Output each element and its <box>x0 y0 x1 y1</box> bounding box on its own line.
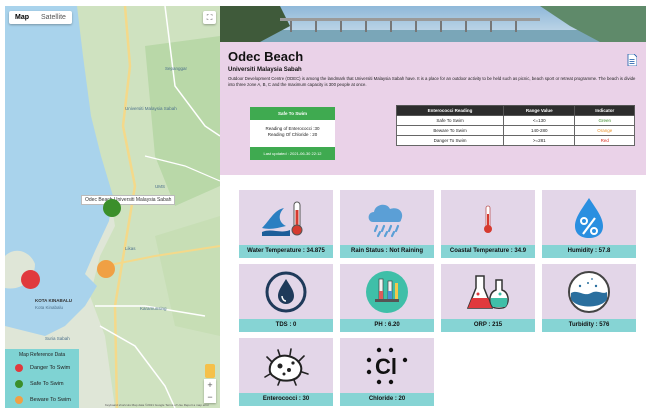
sensor-tile-chloride[interactable]: Cl Chloride : 20 <box>340 338 434 406</box>
map-label: Karamunsing <box>140 306 167 311</box>
table-header-row: Enterococci Reading Range Value Indicato… <box>395 105 635 116</box>
table-cell: Beware To Swim <box>395 125 505 136</box>
page-title: Odec Beach <box>228 49 304 64</box>
sensor-label: TDS : 0 <box>239 319 333 332</box>
map-type-toggle: Map Satellite <box>9 11 72 24</box>
map-panel[interactable]: Map Satellite ⛶ Universiti Malaysia Saba… <box>5 6 220 408</box>
legend-title: Map Reference Data <box>19 352 66 358</box>
rain-cloud-icon <box>368 204 403 238</box>
page-subtitle: Universiti Malaysia Sabah <box>228 67 302 73</box>
map-label: Universiti Malaysia Sabah <box>125 106 177 111</box>
legend-item-beware: Beware To Swim <box>5 392 79 408</box>
legend-safe-dot-icon <box>15 380 23 388</box>
map-marker-beware[interactable] <box>97 260 115 278</box>
map-label: UMS <box>155 184 165 189</box>
sensor-tile-rain-status[interactable]: Rain Status : Not Raining <box>340 190 434 258</box>
table-cell: Orange <box>574 125 635 136</box>
zoom-in-button[interactable]: + <box>204 379 216 391</box>
map-label: Likas <box>125 246 136 251</box>
column-header: Range Value <box>503 105 576 116</box>
thermometer-icon <box>484 205 492 233</box>
map-label: Kota Kinabalu <box>35 305 64 310</box>
sensor-tile-turbidity[interactable]: Turbidity : 576 <box>542 264 636 332</box>
map-type-map-button[interactable]: Map <box>9 11 35 24</box>
table-cell: >=281 <box>503 135 576 146</box>
table-cell: Green <box>574 115 635 126</box>
beach-banner-image <box>220 6 646 42</box>
legend-label: Beware To Swim <box>30 397 71 403</box>
sensor-tile-orp[interactable]: ORP : 215 <box>441 264 535 332</box>
table-row: Safe To Swim <=130 Green <box>395 115 635 126</box>
map-label: KOTA KINABALU <box>35 298 72 303</box>
street-view-pegman-icon[interactable] <box>205 364 215 378</box>
sensor-label: Rain Status : Not Raining <box>340 245 434 258</box>
column-header: Enterococci Reading <box>395 105 505 116</box>
swim-status-label: Safe To Swim <box>250 107 335 120</box>
legend-item-danger: Danger To Swim <box>5 360 79 376</box>
map-label: Sepanggar <box>165 66 188 71</box>
sensor-label: ORP : 215 <box>441 319 535 332</box>
sensor-label: Turbidity : 576 <box>542 319 636 332</box>
sensor-tile-coastal-temperature[interactable]: Coastal Temperature : 34.9 <box>441 190 535 258</box>
flask-icon <box>466 275 509 309</box>
beach-description: Outdoor Development Centre (ODEC) is amo… <box>228 76 636 88</box>
map-type-satellite-button[interactable]: Satellite <box>35 11 72 24</box>
ph-lab-icon <box>366 271 408 313</box>
table-cell: Safe To Swim <box>395 115 505 126</box>
enterococci-reference-table: Enterococci Reading Range Value Indicato… <box>395 105 635 146</box>
zoom-controls: + − <box>204 379 216 403</box>
zoom-out-button[interactable]: − <box>204 391 216 403</box>
legend-beware-dot-icon <box>15 396 23 404</box>
sensor-label: Water Temperature : 34.875 <box>239 245 333 258</box>
table-row: Beware To Swim 140-280 Orange <box>395 125 635 136</box>
document-icon[interactable] <box>627 54 637 66</box>
marker-tooltip: Odec Beach Universiti Malaysia Sabah <box>81 195 176 205</box>
water-temperature-icon <box>262 201 303 236</box>
legend-item-safe: Safe To Swim <box>5 376 79 392</box>
bacteria-icon <box>264 348 309 386</box>
map-marker-danger[interactable] <box>21 270 40 289</box>
legend-danger-dot-icon <box>15 364 23 372</box>
sensor-tile-water-temperature[interactable]: Water Temperature : 34.875 <box>239 190 333 258</box>
sensor-tile-enterococci[interactable]: Enterococci : 30 <box>239 338 333 406</box>
column-header: Indicator <box>574 105 635 116</box>
legend-label: Danger To Swim <box>30 365 71 371</box>
chloride-icon: Cl <box>366 347 408 385</box>
table-cell: Red <box>574 135 635 146</box>
table-row: Danger To Swim >=281 Red <box>395 135 635 146</box>
table-cell: 140-280 <box>503 125 576 136</box>
tds-drop-icon <box>265 271 307 313</box>
turbidity-icon <box>568 271 610 313</box>
beach-info-panel: Odec Beach Universiti Malaysia Sabah Out… <box>220 42 646 175</box>
sensor-label: PH : 6.20 <box>340 319 434 332</box>
sensor-tile-humidity[interactable]: Humidity : 57.8 <box>542 190 636 258</box>
map-label: Suria Sabah <box>45 336 70 341</box>
map-marker-safe[interactable] <box>103 199 121 217</box>
last-updated: Last updated : 2021-06-30 22:12 <box>250 147 335 160</box>
sensor-tile-ph[interactable]: PH : 6.20 <box>340 264 434 332</box>
humidity-drop-icon <box>575 198 603 238</box>
map-attribution[interactable]: Keyboard shortcuts Map data ©2021 Google… <box>105 403 209 407</box>
legend-label: Safe To Swim <box>30 381 64 387</box>
swim-status-card: Safe To Swim Reading of Enterococci :30 … <box>250 107 335 160</box>
fullscreen-icon[interactable]: ⛶ <box>203 11 216 24</box>
sensor-tile-tds[interactable]: TDS : 0 <box>239 264 333 332</box>
table-cell: Danger To Swim <box>395 135 505 146</box>
sensor-label: Enterococci : 30 <box>239 393 333 406</box>
sensor-label: Coastal Temperature : 34.9 <box>441 245 535 258</box>
status-readings: Reading of Enterococci :30 Reading Of Ch… <box>250 120 335 147</box>
table-cell: <=130 <box>503 115 576 126</box>
map-legend: Map Reference Data Danger To Swim Safe T… <box>5 349 79 408</box>
sensor-label: Chloride : 20 <box>340 393 434 406</box>
svg-text:Cl: Cl <box>375 354 397 379</box>
chloride-reading: Reading Of Chloride : 20 <box>267 132 318 137</box>
sensor-label: Humidity : 57.8 <box>542 245 636 258</box>
